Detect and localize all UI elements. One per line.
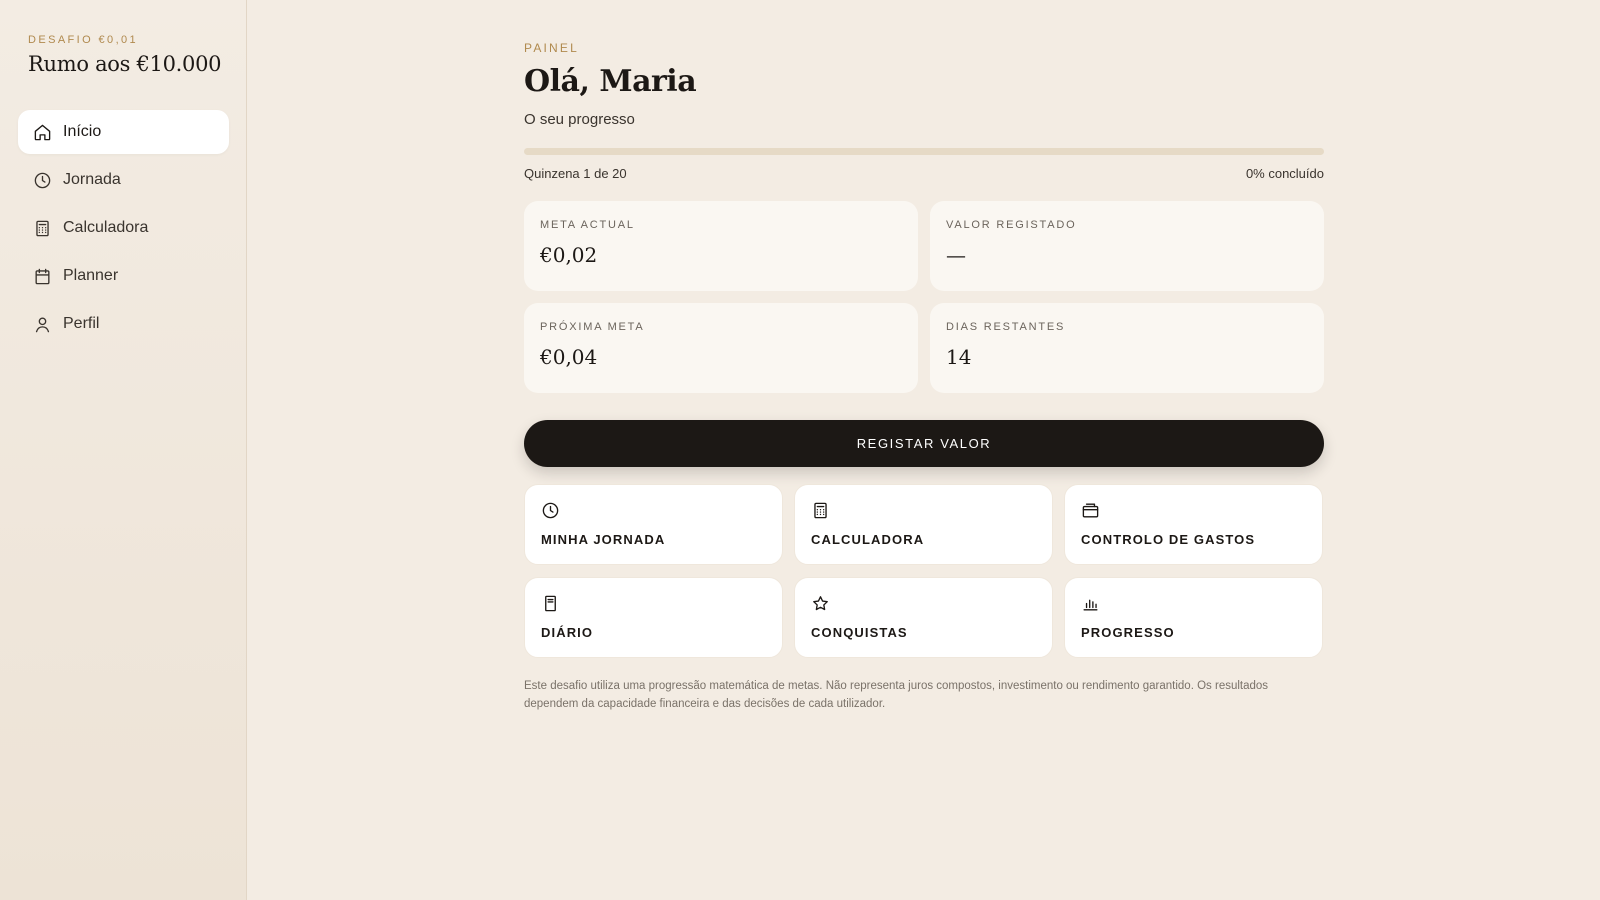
register-value-button[interactable]: REGISTAR VALOR: [524, 420, 1324, 467]
calculator-icon: [814, 502, 827, 519]
page-title: Olá, Maria: [524, 64, 697, 99]
tile-calculadora[interactable]: CALCULADORA: [794, 484, 1053, 565]
disclaimer-text: Este desafio utiliza uma progressão mate…: [524, 680, 1269, 710]
sidebar-item-label: Início: [63, 123, 102, 140]
stat-card-dias-restantes: DIAS RESTANTES 14: [930, 303, 1324, 393]
brand-kicker: DESAFIO €0,01: [28, 34, 139, 46]
stat-value: €0,02: [540, 243, 598, 267]
tile-diario[interactable]: DIÁRIO: [524, 577, 783, 658]
sidebar-item-label: Planner: [63, 267, 119, 284]
star-icon: [813, 596, 828, 611]
user-icon: [35, 316, 50, 332]
sidebar-item-label: Perfil: [63, 315, 100, 332]
stat-value: —: [946, 243, 966, 267]
tile-label: PROGRESSO: [1081, 625, 1175, 640]
clock-icon: [542, 502, 559, 519]
section-kicker: PAINEL: [524, 41, 579, 55]
stat-value: €0,04: [540, 345, 598, 369]
progress-bar: [524, 148, 1324, 155]
tile-label: MINHA JORNADA: [541, 532, 666, 547]
sidebar-item-label: Calculadora: [63, 219, 149, 236]
stat-label: PRÓXIMA META: [540, 321, 645, 333]
bar-chart-icon: [1083, 599, 1098, 611]
sidebar-item-calculadora[interactable]: Calculadora: [18, 206, 229, 250]
stat-label: DIAS RESTANTES: [946, 321, 1066, 333]
home-icon: [34, 124, 51, 140]
tile-conquistas[interactable]: CONQUISTAS: [794, 577, 1053, 658]
stat-card-proxima-meta: PRÓXIMA META €0,04: [524, 303, 918, 393]
stat-label: VALOR REGISTADO: [946, 219, 1077, 231]
page-subtitle: O seu progresso: [524, 111, 635, 128]
journal-icon: [545, 595, 556, 612]
brand-title: Rumo aos €10.000: [28, 52, 222, 76]
sidebar-item-inicio[interactable]: Início: [18, 110, 229, 154]
tile-label: DIÁRIO: [541, 625, 594, 640]
clock-icon: [34, 172, 51, 188]
stat-card-valor-registado: VALOR REGISTADO —: [930, 201, 1324, 291]
stat-card-meta-actual: META ACTUAL €0,02: [524, 201, 918, 291]
tile-label: CALCULADORA: [811, 532, 925, 547]
sidebar-item-label: Jornada: [63, 171, 121, 188]
tile-controlo-de-gastos[interactable]: CONTROLO DE GASTOS: [1064, 484, 1323, 565]
tile-minha-jornada[interactable]: MINHA JORNADA: [524, 484, 783, 565]
tile-label: CONTROLO DE GASTOS: [1081, 532, 1256, 547]
sidebar-item-perfil[interactable]: Perfil: [18, 302, 229, 346]
calendar-icon: [35, 268, 50, 284]
stat-label: META ACTUAL: [540, 219, 635, 231]
sidebar-item-jornada[interactable]: Jornada: [18, 158, 229, 202]
sidebar-nav: Início Jornada Calculadora Planner Perfi…: [18, 110, 229, 350]
sidebar: DESAFIO €0,01 Rumo aos €10.000 Início Jo…: [0, 0, 247, 900]
progress-percent-label: 0% concluído: [1245, 166, 1324, 181]
calculator-icon: [36, 220, 49, 236]
wallet-icon: [1082, 503, 1099, 518]
stat-value: 14: [946, 345, 972, 369]
tile-label: CONQUISTAS: [811, 625, 908, 640]
sidebar-item-planner[interactable]: Planner: [18, 254, 229, 298]
progress-period-label: Quinzena 1 de 20: [524, 166, 627, 181]
tile-progresso[interactable]: PROGRESSO: [1064, 577, 1323, 658]
